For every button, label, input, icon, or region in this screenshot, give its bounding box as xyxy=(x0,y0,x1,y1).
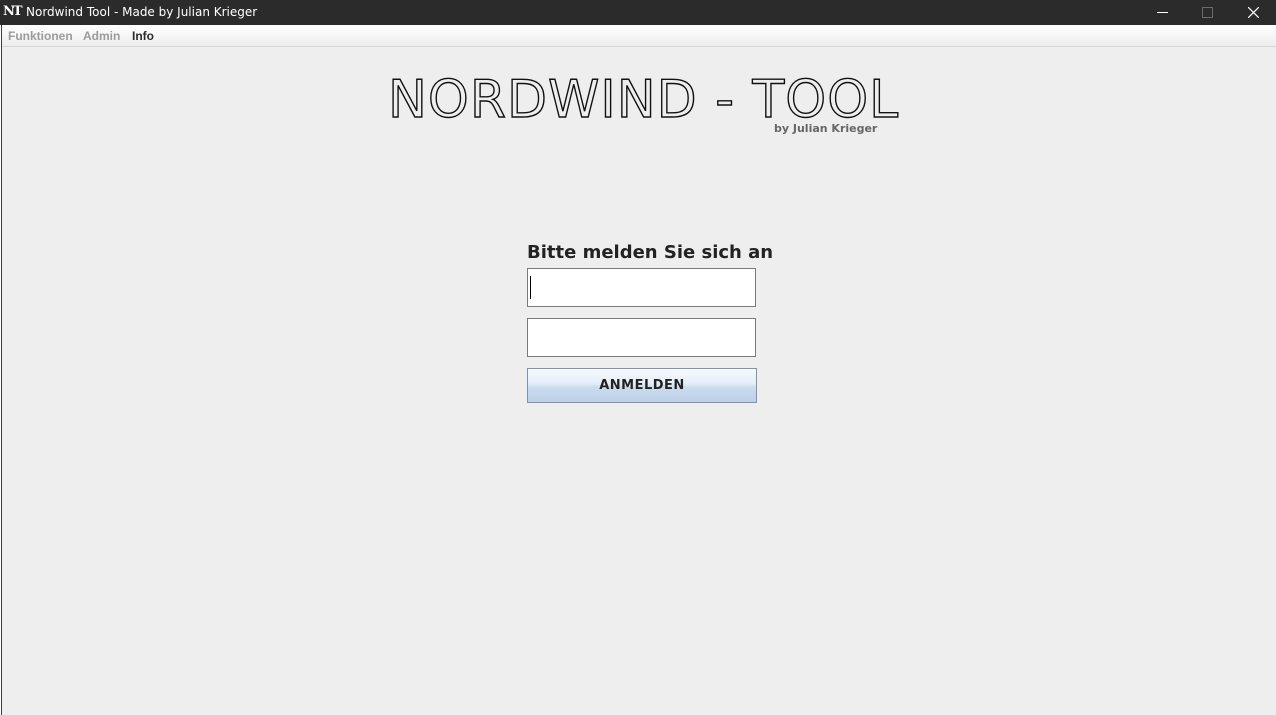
maximize-button[interactable] xyxy=(1184,0,1230,25)
login-button[interactable]: ANMELDEN xyxy=(527,368,757,403)
window-title: Nordwind Tool - Made by Julian Krieger xyxy=(26,5,258,19)
menu-admin[interactable]: Admin xyxy=(83,29,120,43)
text-caret xyxy=(530,276,531,299)
minimize-icon xyxy=(1156,12,1168,13)
app-logo-icon: NT xyxy=(3,4,23,19)
minimize-button[interactable] xyxy=(1139,0,1185,25)
menu-funktionen[interactable]: Funktionen xyxy=(8,29,73,43)
window-left-border xyxy=(0,25,2,715)
logo-title: NORDWIND - TOOL xyxy=(387,69,900,130)
menu-bar: Funktionen Admin Info xyxy=(2,25,1276,47)
maximize-icon xyxy=(1201,7,1213,18)
menu-info[interactable]: Info xyxy=(132,29,154,43)
close-button[interactable] xyxy=(1230,0,1276,25)
close-icon xyxy=(1247,7,1259,18)
login-heading: Bitte melden Sie sich an xyxy=(527,242,774,263)
title-bar[interactable]: NT Nordwind Tool - Made by Julian Kriege… xyxy=(0,0,1276,25)
password-input[interactable] xyxy=(527,318,756,357)
app-logo: NORDWIND - TOOL by Julian Krieger xyxy=(387,69,900,140)
app-window: NT Nordwind Tool - Made by Julian Kriege… xyxy=(0,0,1276,715)
logo-subtitle: by Julian Krieger xyxy=(774,122,878,135)
username-input[interactable] xyxy=(527,268,756,307)
